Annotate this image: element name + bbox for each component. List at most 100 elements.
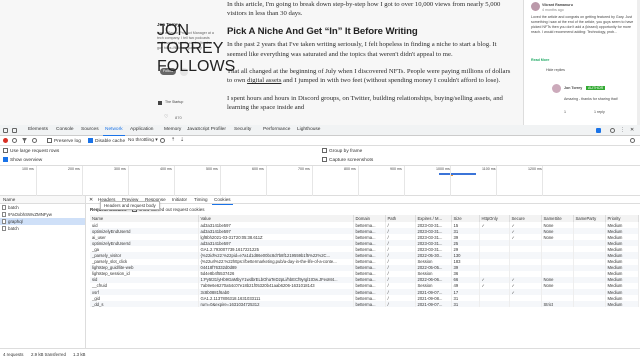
followed-publication[interactable]: The Startup <box>165 100 183 104</box>
wifi-icon[interactable] <box>160 138 165 143</box>
request-item[interactable]: graphql <box>0 218 85 225</box>
transferred-size: 2.9 kB transferred <box>31 352 66 357</box>
close-icon[interactable]: ✕ <box>630 128 635 133</box>
group-by-frame-label: Group by frame <box>329 149 363 154</box>
request-name: batch <box>8 226 19 231</box>
network-settings-icon[interactable] <box>630 138 635 143</box>
timeline-gridline <box>542 166 543 196</box>
clear-icon[interactable] <box>12 138 17 143</box>
name-column-header[interactable]: Name <box>0 196 85 204</box>
column-header[interactable]: Domain <box>353 215 386 222</box>
table-cell: Strict <box>541 301 574 308</box>
checkbox-box[interactable] <box>47 138 52 143</box>
network-overview-timeline[interactable]: 100 ms 200 ms 300 ms 400 ms 500 ms 600 ms 700 … <box>0 166 640 196</box>
throttling-select[interactable]: No throttling ▾ <box>128 138 158 143</box>
column-header[interactable]: Path <box>385 215 416 222</box>
column-header[interactable]: Expires / M... <box>415 215 452 222</box>
tab-performance[interactable]: Performance <box>263 127 290 132</box>
tab-application[interactable]: Application <box>130 127 153 132</box>
large-rows-checkbox[interactable]: Use large request rows <box>3 148 59 154</box>
column-header[interactable]: Value <box>198 215 354 222</box>
clap-count[interactable]: 870 <box>175 115 182 120</box>
tab-sources[interactable]: Sources <box>81 127 99 132</box>
timeline-tick-label: 800 ms <box>344 167 356 171</box>
timeline-gridline <box>220 166 221 196</box>
commenter-name[interactable]: Vikrant Ramanuru <box>542 3 573 7</box>
timeline-gridline <box>82 166 83 196</box>
capture-screenshots-checkbox[interactable]: Capture screenshots <box>322 157 373 163</box>
filter-icon[interactable] <box>22 138 27 143</box>
checkbox-box[interactable] <box>322 157 327 162</box>
checkbox-box[interactable] <box>3 148 8 153</box>
author-badge: AUTHOR <box>586 86 606 90</box>
request-name: batch <box>8 205 19 210</box>
search-icon[interactable] <box>32 138 37 143</box>
tab-console[interactable]: Console <box>56 127 74 132</box>
column-header[interactable]: Secure <box>509 215 542 222</box>
gear-icon[interactable] <box>610 128 615 133</box>
checkbox-box[interactable] <box>322 148 327 153</box>
table-cell: / <box>385 301 416 308</box>
read-more-link[interactable]: Read More <box>531 58 549 62</box>
group-by-frame-checkbox[interactable]: Group by frame <box>322 148 362 154</box>
timeline-gridline <box>174 166 175 196</box>
disable-cache-checkbox[interactable]: Disable cache <box>88 138 125 144</box>
reply-count-link[interactable]: 1 reply <box>594 110 605 114</box>
clap-icon[interactable]: ♡ <box>164 114 168 120</box>
show-overview-checkbox[interactable]: Show overview <box>3 157 42 163</box>
comment-text: Loved the article and congrats on gettin… <box>531 15 634 34</box>
upload-icon[interactable]: ⇡ <box>171 138 176 143</box>
avatar[interactable] <box>531 2 540 11</box>
tab-javascript-profiler[interactable]: JavaScript Profiler <box>187 127 226 132</box>
reply-author[interactable]: Jon Torrey <box>564 86 582 90</box>
table-cell: {%22url%22:%22https://bettermarketing.pu… <box>198 258 354 265</box>
column-header[interactable]: SameParty <box>573 215 606 222</box>
column-header[interactable]: HttpOnly <box>479 215 510 222</box>
download-icon[interactable]: ⇣ <box>180 138 185 143</box>
timeline-tick-label: 400 ms <box>160 167 172 171</box>
record-icon[interactable] <box>3 138 8 143</box>
request-item[interactable]: batch <box>0 225 85 232</box>
request-timing-marker <box>451 175 453 176</box>
timeline-tick-label: 200 ms <box>68 167 80 171</box>
table-cell <box>509 301 542 308</box>
timeline-tick-label: 700 ms <box>298 167 310 171</box>
digital-assets-link[interactable]: digital assets <box>247 77 281 84</box>
reply-clap-count[interactable]: 1 <box>564 110 566 114</box>
column-header[interactable]: SameSite <box>541 215 574 222</box>
issues-badge-icon[interactable] <box>596 128 601 133</box>
avatar[interactable] <box>552 84 561 93</box>
more-options-icon[interactable]: ⋮ <box>620 128 625 133</box>
timeline-tick-label: 600 ms <box>252 167 264 171</box>
table-cell: {%22id%22:%22pid=e7a1d1d86e00bc8d7b8f121… <box>198 252 354 259</box>
request-timing-bar <box>439 173 476 175</box>
preserve-log-checkbox[interactable]: Preserve log <box>47 138 81 144</box>
device-toolbar-icon[interactable] <box>12 128 17 133</box>
tab-security[interactable]: Security <box>234 127 251 132</box>
tab-network[interactable]: Network <box>103 127 125 136</box>
column-header[interactable]: Size <box>451 215 480 222</box>
timeline-tick-label: 1200 ms <box>528 167 542 171</box>
detail-tab-timing[interactable]: Timing <box>194 197 208 202</box>
tab-memory[interactable]: Memory <box>164 127 181 132</box>
timeline-tick-label: 300 ms <box>114 167 126 171</box>
request-item[interactable]: 9*aOxbhSWvZMNFyw <box>0 211 85 218</box>
table-cell: betterma... <box>353 301 386 308</box>
column-header[interactable]: Name <box>90 215 199 222</box>
follows-label: JON TORREY FOLLOWS <box>157 22 236 75</box>
tab-lighthouse[interactable]: Lighthouse <box>297 127 320 132</box>
close-icon[interactable]: ✕ <box>89 197 93 203</box>
detail-tab-initiator[interactable]: Initiator <box>172 197 187 202</box>
hide-replies-link[interactable]: Hide replies <box>546 68 565 72</box>
inspect-icon[interactable] <box>3 128 8 133</box>
table-cell: 2021-09-07... <box>415 301 452 308</box>
column-header[interactable]: Priority <box>605 215 639 222</box>
request-item[interactable]: batch <box>0 204 85 211</box>
detail-tab-cookies[interactable]: Cookies <box>212 197 233 205</box>
tab-elements[interactable]: Elements <box>28 127 48 132</box>
checkbox-box[interactable] <box>3 157 8 162</box>
checkbox-box[interactable] <box>88 138 93 143</box>
comment-time: 4 months ago <box>542 8 564 12</box>
table-row[interactable]: _dd_s rum=0&expire=1631034725312 betterma.… <box>90 301 639 308</box>
publication-icon <box>158 101 162 105</box>
